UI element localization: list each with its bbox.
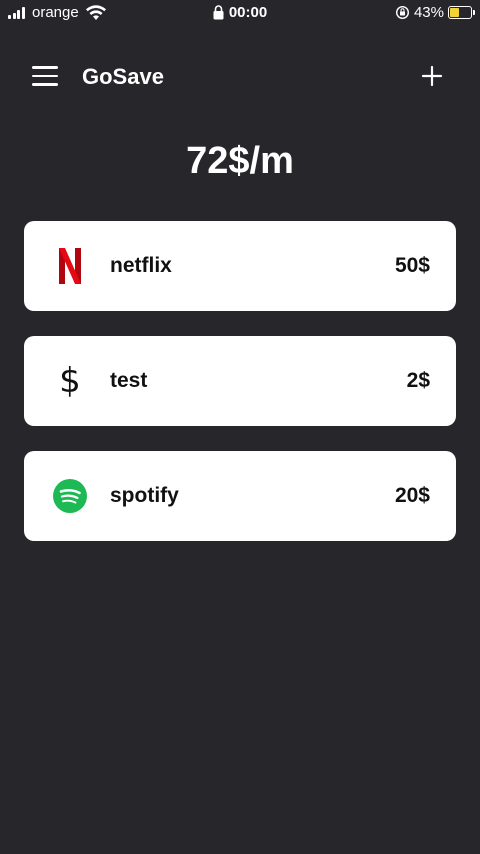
status-left: orange xyxy=(8,4,107,21)
subscription-name: test xyxy=(110,369,148,392)
orientation-lock-icon xyxy=(395,5,409,20)
battery-percent: 43% xyxy=(413,4,444,21)
battery-icon xyxy=(448,6,475,19)
subscription-card-netflix[interactable]: netflix 50$ xyxy=(24,221,456,311)
battery-fill xyxy=(450,8,460,17)
lock-icon xyxy=(213,5,224,20)
subscription-price: 2$ xyxy=(406,369,430,392)
wifi-icon xyxy=(85,4,106,20)
spotify-icon xyxy=(52,478,88,514)
subscription-name: spotify xyxy=(110,484,179,507)
subscription-price: 50$ xyxy=(394,254,430,277)
signal-icon xyxy=(8,6,26,19)
carrier-name: orange xyxy=(32,4,79,21)
subscription-card-spotify[interactable]: spotify 20$ xyxy=(24,451,456,541)
status-bar: orange 00:00 43% xyxy=(0,0,480,26)
monthly-total: 72$/m xyxy=(186,140,294,182)
clock-time: 00:00 xyxy=(228,4,268,21)
netflix-icon xyxy=(52,248,88,284)
hamburger-menu-icon[interactable] xyxy=(32,66,60,88)
plus-icon[interactable] xyxy=(420,64,444,88)
subscription-name: netflix xyxy=(110,254,172,277)
subscription-list: netflix 50$ $ test 2$ spotify 20$ xyxy=(24,221,456,566)
dollar-icon: $ xyxy=(59,361,81,401)
status-right: 43% xyxy=(395,4,475,21)
subscription-card-test[interactable]: $ test 2$ xyxy=(24,336,456,426)
app-screen: orange 00:00 43% GoSave 72$/m netflix 50… xyxy=(0,0,480,854)
app-header: GoSave xyxy=(0,56,480,98)
app-title: GoSave xyxy=(82,64,164,89)
subscription-price: 20$ xyxy=(394,484,430,507)
